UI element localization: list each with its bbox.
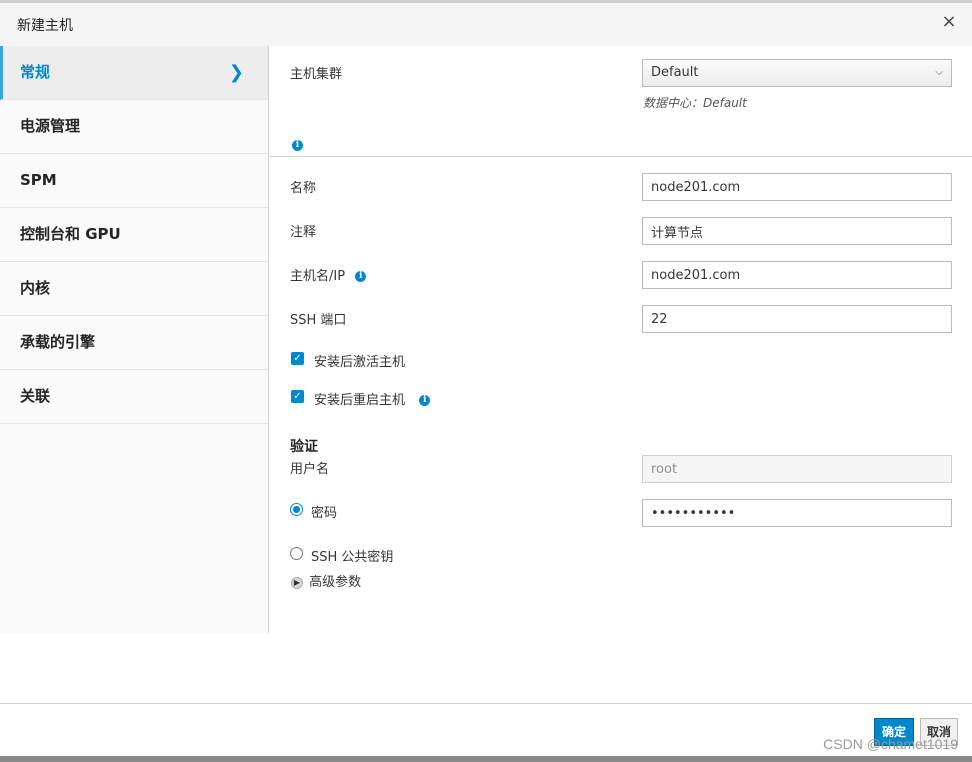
watermark-text: CSDN @chamet1019 [823,736,958,752]
advanced-params-label: 高级参数 [309,575,362,590]
chevron-down-icon: ⌵ [935,67,943,78]
hostname-label: 主机名/IP i [290,265,367,284]
sidebar-item-label: 常规 [20,63,51,81]
sidebar-item-kernel[interactable]: 内核 [0,262,268,316]
auth-section-title: 验证 [290,439,318,455]
sidebar-item-spm[interactable]: SPM [0,154,268,208]
sidebar-item-console-gpu[interactable]: 控制台和 GPU [0,208,268,262]
sidebar-item-label: 内核 [20,279,51,297]
password-radio[interactable] [290,503,303,516]
bottom-bar [0,756,972,762]
sidebar: 常规 ❯ 电源管理 SPM 控制台和 GPU 内核 承载的引擎 关联 [0,46,269,633]
dialog-title: 新建主机 [17,18,73,34]
sidebar-item-label: 关联 [20,387,51,405]
name-input[interactable] [642,173,952,201]
sidebar-item-label: SPM [20,171,57,189]
sidebar-item-hosted-engine[interactable]: 承载的引擎 [0,316,268,370]
sidebar-item-label: 控制台和 GPU [20,225,121,243]
password-input[interactable] [642,499,952,527]
info-icon[interactable]: i [355,271,367,282]
info-icon[interactable]: i [292,140,303,151]
ssh-port-label: SSH 端口 [290,313,347,328]
sidebar-item-affinity[interactable]: 关联 [0,370,268,424]
hostname-input[interactable] [642,261,952,289]
footer-divider [0,703,972,704]
cluster-select-value: Default [651,65,699,80]
hostname-label-text: 主机名/IP [290,269,346,284]
sidebar-item-label: 电源管理 [20,117,81,135]
cluster-select[interactable]: Default ⌵ [642,59,952,87]
section-divider [270,156,972,157]
sidebar-item-label: 承载的引擎 [20,333,96,351]
close-icon[interactable]: × [938,11,960,33]
ssh-key-label: SSH 公共密钥 [311,550,394,565]
reboot-after-install-text: 安装后重启主机 [314,393,406,408]
advanced-params-toggle[interactable]: ▶ 高级参数 [291,571,361,590]
activate-after-install-checkbox[interactable]: ✓ [291,352,304,365]
expand-icon: ▶ [291,576,303,589]
username-input [642,455,952,483]
activate-after-install-label: 安装后激活主机 [314,355,406,370]
sidebar-item-power-management[interactable]: 电源管理 [0,100,268,154]
chevron-right-icon: ❯ [228,62,244,83]
dialog-header: 新建主机 × [0,3,972,46]
reboot-after-install-checkbox[interactable]: ✓ [291,390,304,403]
username-label: 用户名 [290,462,330,477]
reboot-after-install-label: 安装后重启主机 i [314,389,431,408]
ssh-key-radio[interactable] [290,547,303,560]
name-label: 名称 [290,181,317,196]
sidebar-item-general[interactable]: 常规 ❯ [0,46,268,100]
comment-label: 注释 [290,225,317,240]
comment-input[interactable] [642,217,952,245]
info-icon[interactable]: i [419,395,431,406]
general-form: 主机集群 Default ⌵ 数据中心：Default i 名称 注释 主机名/… [270,46,972,633]
password-label: 密码 [311,506,338,521]
datacenter-text: 数据中心：Default [643,96,747,110]
ssh-port-input[interactable] [642,305,952,333]
cluster-label: 主机集群 [290,67,343,82]
